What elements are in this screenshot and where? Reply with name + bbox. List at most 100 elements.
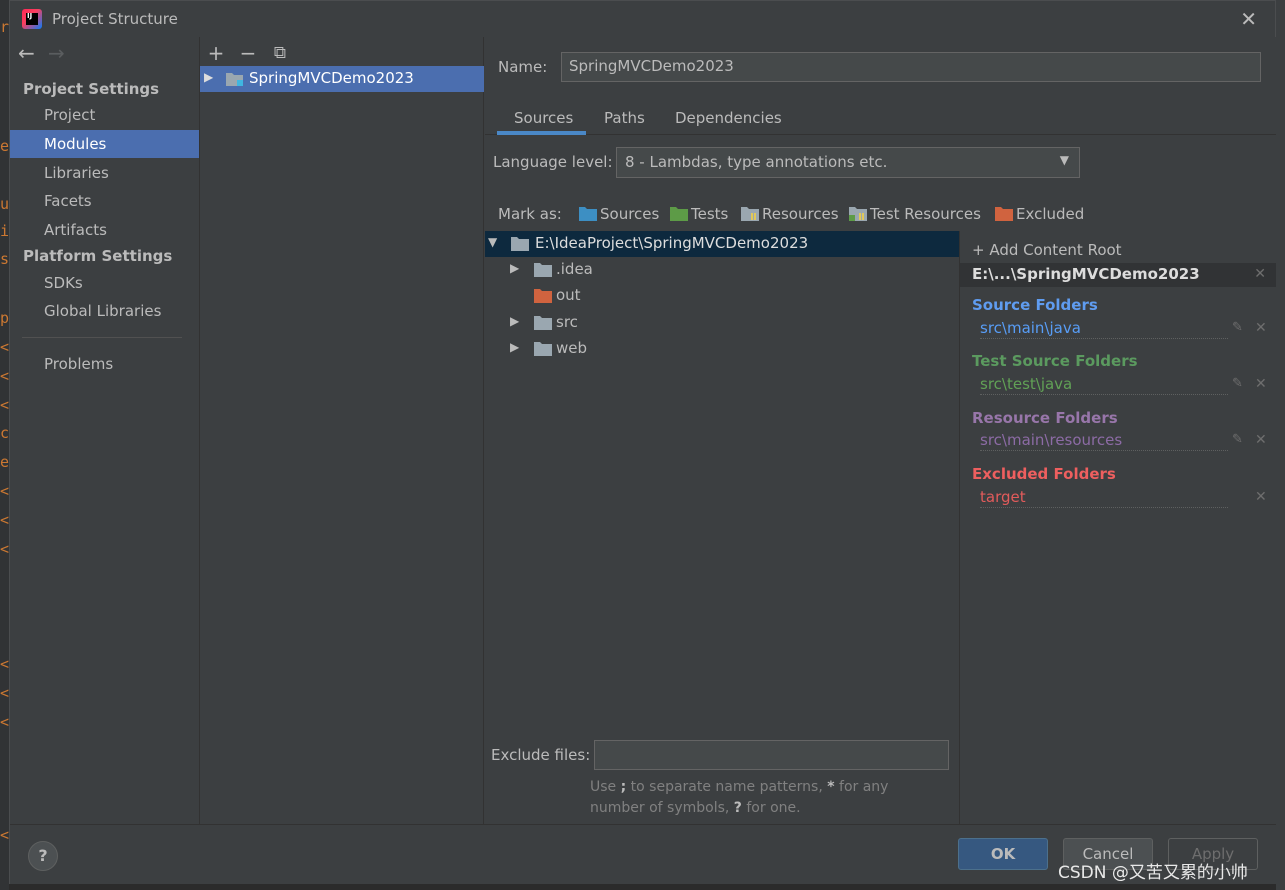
settings-nav: ← → Project Settings Project Modules Libr… bbox=[10, 37, 199, 824]
test-source-folder-item: src\test\java bbox=[980, 375, 1228, 395]
editor-gutter-char: i bbox=[0, 222, 9, 240]
remove-folder-icon[interactable]: ✕ bbox=[1255, 320, 1267, 336]
module-row[interactable]: ▶ SpringMVCDemo2023 bbox=[200, 66, 484, 92]
remove-folder-icon[interactable]: ✕ bbox=[1255, 376, 1267, 392]
nav-item-facets[interactable]: Facets bbox=[10, 187, 199, 215]
nav-item-project[interactable]: Project bbox=[10, 101, 199, 129]
exclude-hint: Use ; to separate name patterns, * for a… bbox=[590, 777, 930, 819]
tree-row-idea[interactable]: ▶ .idea bbox=[485, 257, 959, 283]
tree-item-label: src bbox=[556, 313, 578, 331]
nav-item-libraries[interactable]: Libraries bbox=[10, 159, 199, 187]
editor-gutter-char: e bbox=[0, 137, 9, 155]
tree-root-row[interactable]: ▼ E:\IdeaProject\SpringMVCDemo2023 bbox=[485, 231, 959, 257]
edit-pencil-icon[interactable]: ✎ bbox=[1232, 376, 1243, 391]
nav-item-global-libraries[interactable]: Global Libraries bbox=[10, 297, 199, 325]
editor-gutter-char: < bbox=[0, 713, 9, 731]
mark-excluded-label: Excluded bbox=[1016, 205, 1085, 223]
module-tabs: Sources Paths Dependencies bbox=[485, 97, 1276, 135]
mark-resources-button[interactable]: Resources bbox=[741, 205, 839, 225]
mark-resources-label: Resources bbox=[762, 205, 839, 223]
nav-item-modules[interactable]: Modules bbox=[10, 130, 199, 158]
mark-sources-button[interactable]: Sources bbox=[579, 205, 659, 225]
copy-module-icon[interactable]: ⧉ bbox=[269, 43, 291, 63]
edit-pencil-icon[interactable]: ✎ bbox=[1232, 320, 1243, 335]
mark-tests-button[interactable]: Tests bbox=[670, 205, 728, 225]
add-content-root-label: Add Content Root bbox=[989, 241, 1122, 259]
hint-text: to separate name patterns, bbox=[626, 779, 828, 795]
excluded-folders-title: Excluded Folders bbox=[972, 465, 1116, 483]
tab-paths[interactable]: Paths bbox=[604, 109, 645, 127]
remove-root-icon[interactable]: ✕ bbox=[1254, 266, 1266, 282]
module-name: SpringMVCDemo2023 bbox=[249, 69, 414, 87]
nav-item-sdks[interactable]: SDKs bbox=[10, 269, 199, 297]
add-content-root-button[interactable]: + Add Content Root bbox=[972, 241, 1122, 259]
remove-module-icon[interactable]: − bbox=[237, 41, 259, 65]
intellij-logo-icon: IJ bbox=[22, 9, 42, 29]
content-roots-panel: + Add Content Root E:\...\SpringMVCDemo2… bbox=[959, 231, 1276, 824]
ok-button[interactable]: OK bbox=[958, 838, 1048, 870]
tree-row-web[interactable]: ▶ web bbox=[485, 336, 959, 362]
mark-test-resources-button[interactable]: Test Resources bbox=[849, 205, 981, 225]
editor-gutter-char: < bbox=[0, 511, 9, 529]
editor-gutter-char: c bbox=[0, 424, 9, 442]
collapse-arrow-icon[interactable]: ▼ bbox=[488, 235, 497, 249]
remove-folder-icon[interactable]: ✕ bbox=[1255, 489, 1267, 505]
expand-arrow-icon[interactable]: ▶ bbox=[510, 261, 519, 275]
content-root-path: E:\...\SpringMVCDemo2023 bbox=[972, 265, 1200, 283]
remove-folder-icon[interactable]: ✕ bbox=[1255, 432, 1267, 448]
dialog-title: Project Structure bbox=[52, 10, 178, 28]
plus-icon: + bbox=[972, 241, 990, 259]
module-settings: Name: SpringMVCDemo2023 Sources Paths De… bbox=[485, 37, 1276, 824]
editor-gutter-char: r bbox=[0, 18, 9, 36]
content-root-header: E:\...\SpringMVCDemo2023 ✕ bbox=[960, 263, 1276, 287]
language-level-select[interactable]: 8 - Lambdas, type annotations etc. ▼ bbox=[616, 147, 1080, 178]
expand-arrow-icon[interactable]: ▶ bbox=[510, 340, 519, 354]
tree-item-label: out bbox=[556, 286, 581, 304]
tab-dependencies[interactable]: Dependencies bbox=[675, 109, 782, 127]
nav-item-artifacts[interactable]: Artifacts bbox=[10, 216, 199, 244]
language-level-value: 8 - Lambdas, type annotations etc. bbox=[625, 153, 888, 171]
editor-right-edge bbox=[1276, 0, 1285, 890]
editor-gutter-char: < bbox=[0, 655, 9, 673]
watermark: CSDN @又苦又累的小帅 bbox=[1058, 863, 1248, 883]
expand-arrow-icon[interactable]: ▶ bbox=[510, 314, 519, 328]
sources-folder-icon bbox=[579, 207, 597, 225]
editor-gutter-char: e bbox=[0, 453, 9, 471]
excluded-folder-item: target bbox=[980, 488, 1228, 508]
project-settings-header: Project Settings bbox=[23, 80, 160, 98]
mark-tests-label: Tests bbox=[691, 205, 729, 223]
mark-excluded-button[interactable]: Excluded bbox=[995, 205, 1084, 225]
help-button[interactable]: ? bbox=[28, 841, 58, 871]
tests-folder-icon bbox=[670, 207, 688, 225]
hint-symbol: ? bbox=[733, 800, 742, 816]
close-icon[interactable]: ✕ bbox=[1240, 7, 1257, 31]
forward-arrow-icon[interactable]: → bbox=[48, 41, 78, 65]
editor-gutter-char: u bbox=[0, 195, 9, 213]
tree-root-label: E:\IdeaProject\SpringMVCDemo2023 bbox=[535, 234, 809, 252]
expand-arrow-icon[interactable]: ▶ bbox=[204, 70, 213, 84]
hint-text: for one. bbox=[741, 800, 801, 816]
exclude-files-input[interactable] bbox=[594, 740, 949, 770]
tab-sources[interactable]: Sources bbox=[514, 109, 573, 127]
tree-item-label: web bbox=[556, 339, 588, 357]
tree-row-out[interactable]: out bbox=[485, 283, 959, 309]
test-resources-folder-icon bbox=[849, 207, 867, 225]
dropdown-arrow-icon: ▼ bbox=[1059, 153, 1069, 167]
editor-gutter bbox=[0, 0, 9, 890]
editor-gutter-char: < bbox=[0, 684, 9, 702]
editor-gutter-char: < bbox=[0, 482, 9, 500]
hint-symbol: * bbox=[827, 779, 835, 795]
module-name-input[interactable]: SpringMVCDemo2023 bbox=[561, 52, 1261, 82]
edit-pencil-icon[interactable]: ✎ bbox=[1232, 432, 1243, 447]
exclude-files-label: Exclude files: bbox=[491, 746, 591, 764]
active-tab-indicator bbox=[497, 131, 586, 135]
add-module-icon[interactable]: + bbox=[205, 41, 227, 65]
editor-gutter-char: p bbox=[0, 309, 9, 327]
module-folder-icon bbox=[226, 72, 244, 91]
nav-item-problems[interactable]: Problems bbox=[10, 350, 199, 378]
resource-folder-item: src\main\resources bbox=[980, 431, 1228, 451]
back-arrow-icon[interactable]: ← bbox=[18, 41, 48, 65]
tree-row-src[interactable]: ▶ src bbox=[485, 310, 959, 336]
source-folders-title: Source Folders bbox=[972, 296, 1098, 314]
editor-gutter-char: s bbox=[0, 250, 9, 268]
